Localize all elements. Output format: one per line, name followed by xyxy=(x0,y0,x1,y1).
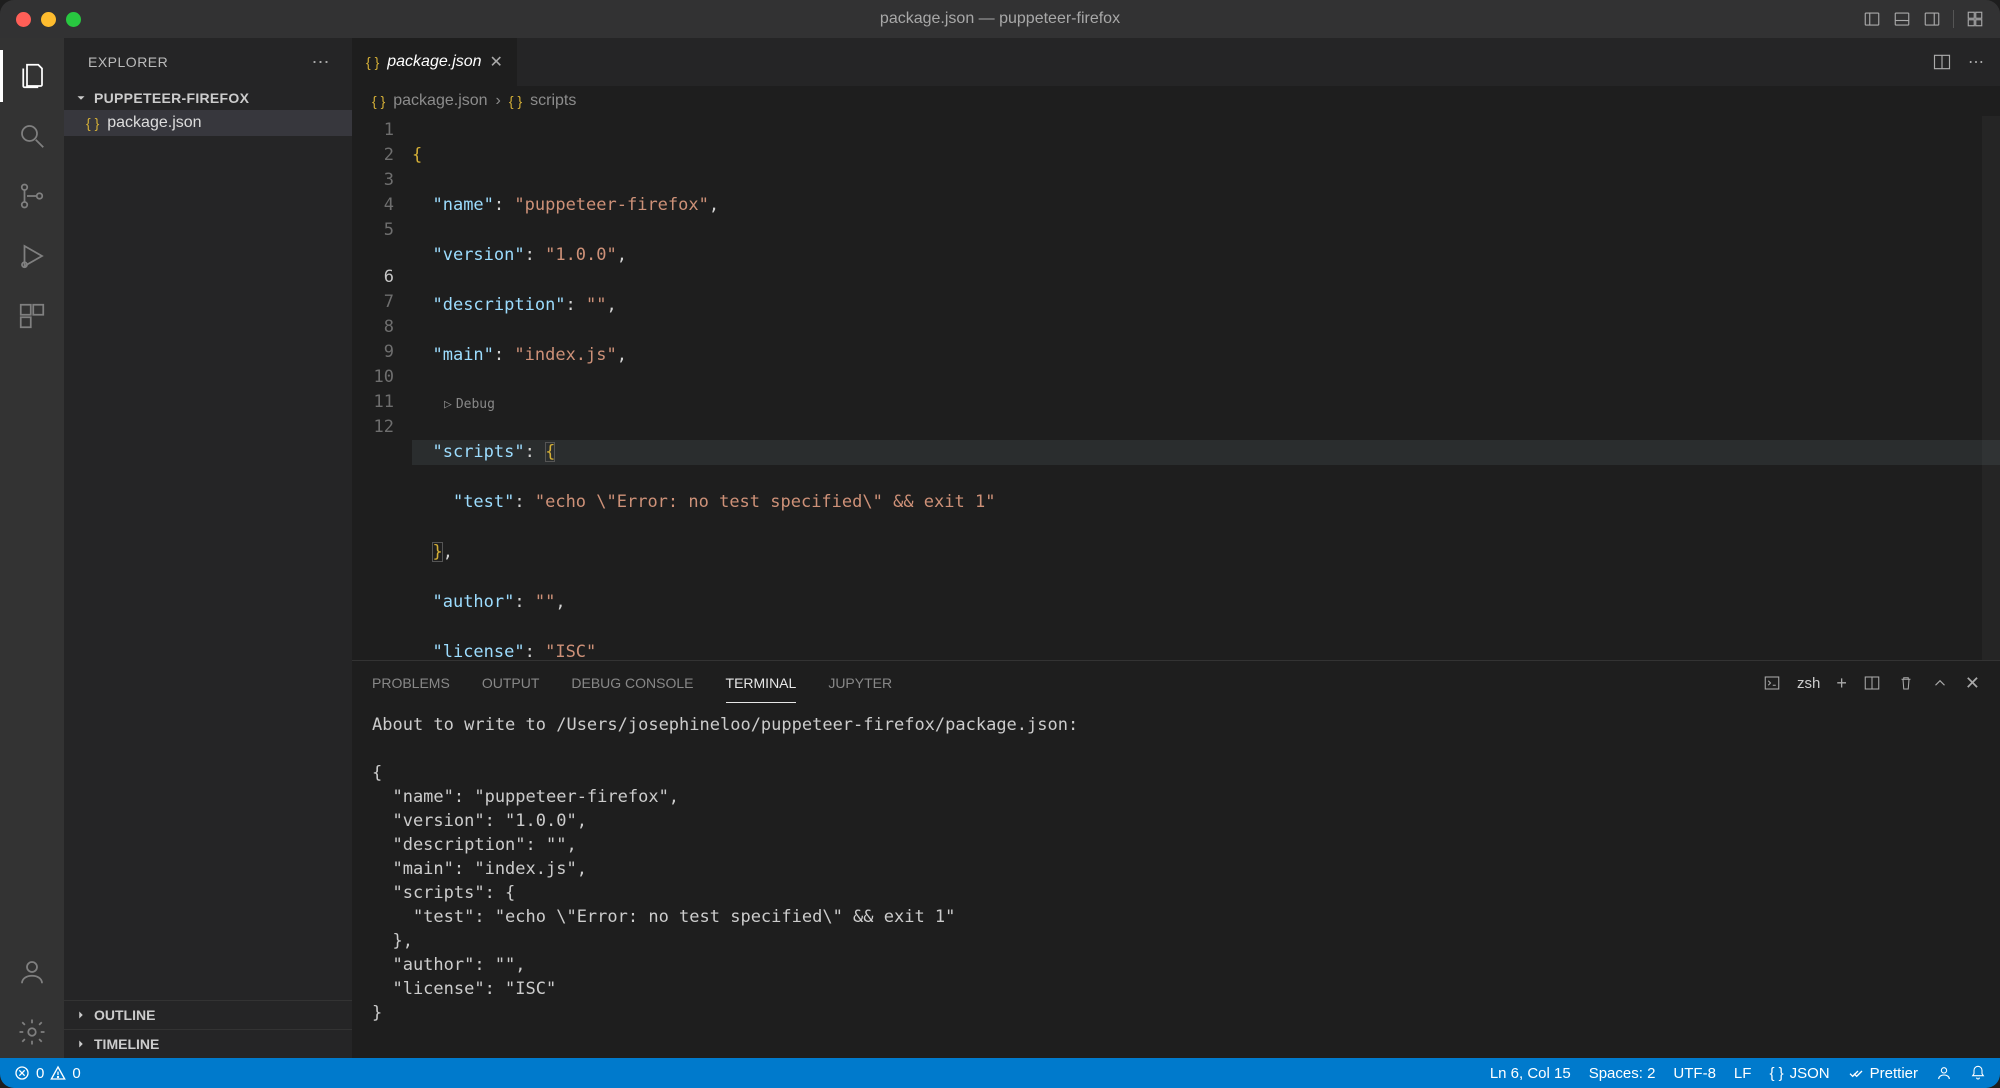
activity-run-debug[interactable] xyxy=(0,230,64,282)
tab-package-json[interactable]: { } package.json ✕ xyxy=(352,38,517,86)
statusbar: 0 0 Ln 6, Col 15 Spaces: 2 UTF-8 LF { }J… xyxy=(0,1058,2000,1088)
close-panel-icon[interactable]: ✕ xyxy=(1965,673,1980,694)
status-cursor[interactable]: Ln 6, Col 15 xyxy=(1490,1065,1571,1082)
bell-icon xyxy=(1970,1065,1986,1081)
customize-layout-icon[interactable] xyxy=(1966,10,1984,28)
code-content[interactable]: { "name": "puppeteer-firefox", "version"… xyxy=(412,116,2000,660)
panel-toggle-right-icon[interactable] xyxy=(1923,10,1941,28)
status-formatter[interactable]: Prettier xyxy=(1848,1065,1918,1082)
file-name: package.json xyxy=(107,114,201,132)
status-indent[interactable]: Spaces: 2 xyxy=(1589,1065,1656,1082)
status-feedback[interactable] xyxy=(1936,1065,1952,1081)
split-terminal-icon[interactable] xyxy=(1863,674,1881,692)
trash-icon[interactable] xyxy=(1897,674,1915,692)
file-item-package-json[interactable]: { } package.json xyxy=(64,110,352,136)
bottom-panel: PROBLEMS OUTPUT DEBUG CONSOLE TERMINAL J… xyxy=(352,660,2000,1058)
json-file-icon: { } xyxy=(372,93,385,109)
json-file-icon: { } xyxy=(366,54,379,70)
chevron-right-icon xyxy=(74,1008,88,1022)
activity-source-control[interactable] xyxy=(0,170,64,222)
window-title: package.json — puppeteer-firefox xyxy=(880,10,1120,28)
chevron-right-icon xyxy=(74,1037,88,1051)
section-timeline[interactable]: TIMELINE xyxy=(64,1029,352,1058)
breadcrumb[interactable]: { } package.json › { } scripts xyxy=(352,86,2000,116)
debug-codelens[interactable]: ▷Debug xyxy=(412,393,2000,415)
folder-header[interactable]: PUPPETEER-FIREFOX xyxy=(64,86,352,110)
error-icon xyxy=(14,1065,30,1081)
sidebar: EXPLORER ⋯ PUPPETEER-FIREFOX { } package… xyxy=(64,38,352,1058)
titlebar: package.json — puppeteer-firefox xyxy=(0,0,2000,38)
warning-icon xyxy=(50,1065,66,1081)
line-gutter: 12345 6789101112 xyxy=(352,116,412,660)
status-errors[interactable]: 0 0 xyxy=(14,1065,81,1082)
sidebar-title: EXPLORER xyxy=(88,54,168,70)
tab-label: package.json xyxy=(387,53,481,71)
split-editor-icon[interactable] xyxy=(1932,52,1952,72)
status-eol[interactable]: LF xyxy=(1734,1065,1752,1082)
panel-tab-problems[interactable]: PROBLEMS xyxy=(372,675,450,691)
panel-toggle-left-icon[interactable] xyxy=(1863,10,1881,28)
chevron-down-icon xyxy=(74,91,88,105)
activity-bar xyxy=(0,38,64,1058)
terminal-shell-label[interactable]: zsh xyxy=(1797,675,1820,692)
json-object-icon: { } xyxy=(509,93,522,109)
section-outline[interactable]: OUTLINE xyxy=(64,1000,352,1029)
check-double-icon xyxy=(1848,1065,1864,1081)
terminal-launch-icon[interactable] xyxy=(1763,674,1781,692)
minimize-window-button[interactable] xyxy=(41,12,56,27)
activity-explorer[interactable] xyxy=(0,50,64,102)
editor-tabs: { } package.json ✕ ⋯ xyxy=(352,38,2000,86)
new-terminal-icon[interactable]: + xyxy=(1836,673,1847,694)
panel-tab-output[interactable]: OUTPUT xyxy=(482,675,540,691)
sidebar-more-icon[interactable]: ⋯ xyxy=(312,52,331,73)
maximize-window-button[interactable] xyxy=(66,12,81,27)
chevron-up-icon[interactable] xyxy=(1931,674,1949,692)
panel-toggle-bottom-icon[interactable] xyxy=(1893,10,1911,28)
code-editor[interactable]: 12345 6789101112 { "name": "puppeteer-fi… xyxy=(352,116,2000,660)
activity-extensions[interactable] xyxy=(0,290,64,342)
terminal-output[interactable]: About to write to /Users/josephineloo/pu… xyxy=(352,705,2000,1058)
status-bell[interactable] xyxy=(1970,1065,1986,1081)
panel-tab-terminal[interactable]: TERMINAL xyxy=(726,675,797,691)
activity-accounts[interactable] xyxy=(0,946,64,998)
close-window-button[interactable] xyxy=(16,12,31,27)
braces-icon: { } xyxy=(1769,1065,1783,1082)
minimap[interactable] xyxy=(1982,116,2000,660)
status-language[interactable]: { }JSON xyxy=(1769,1065,1829,1082)
tab-more-icon[interactable]: ⋯ xyxy=(1968,52,1984,72)
folder-name: PUPPETEER-FIREFOX xyxy=(94,90,249,106)
panel-tab-debug-console[interactable]: DEBUG CONSOLE xyxy=(571,675,693,691)
activity-search[interactable] xyxy=(0,110,64,162)
activity-settings[interactable] xyxy=(0,1006,64,1058)
feedback-icon xyxy=(1936,1065,1952,1081)
panel-tab-jupyter[interactable]: JUPYTER xyxy=(828,675,892,691)
json-file-icon: { } xyxy=(86,115,99,131)
separator xyxy=(1953,10,1954,28)
status-encoding[interactable]: UTF-8 xyxy=(1673,1065,1716,1082)
close-tab-icon[interactable]: ✕ xyxy=(490,52,503,72)
